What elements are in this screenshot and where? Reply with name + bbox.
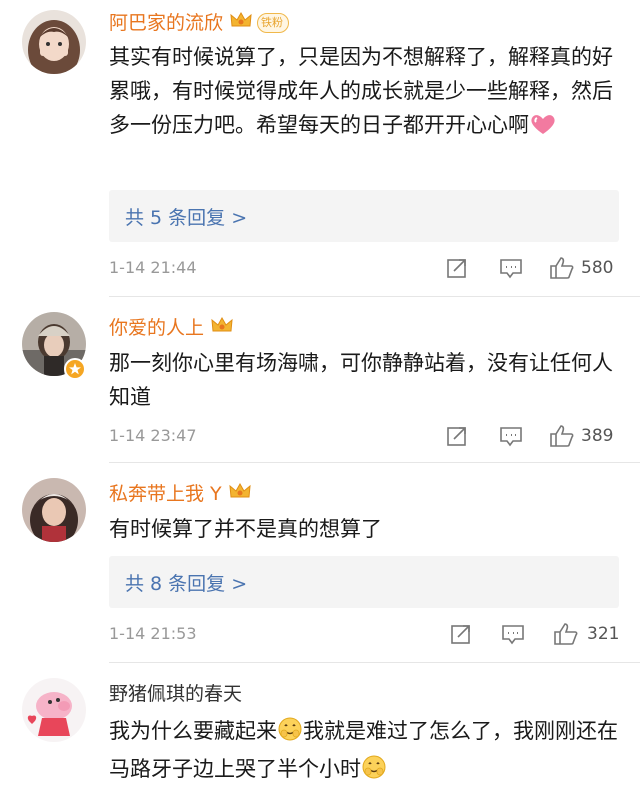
- crown-icon: [229, 10, 253, 36]
- like-count: 580: [581, 258, 614, 278]
- comment-meta: 1-14 21:44 580: [109, 256, 620, 284]
- fan-badge-label: 铁粉: [261, 16, 284, 29]
- username[interactable]: 阿巴家的流欣: [109, 11, 223, 35]
- like-icon[interactable]: [553, 622, 579, 650]
- view-replies-link[interactable]: 共 8 条回复 >: [125, 569, 247, 596]
- reply-box[interactable]: 共 5 条回复 >: [109, 190, 619, 242]
- username[interactable]: 私奔带上我 Y: [109, 482, 222, 506]
- fan-badge[interactable]: 铁粉: [257, 13, 290, 33]
- comment-meta: 1-14 21:53 321: [109, 622, 620, 650]
- verified-badge-icon: [64, 358, 86, 380]
- like-icon[interactable]: [549, 256, 575, 284]
- like-count: 321: [587, 624, 620, 644]
- comment-meta: 1-14 23:47 389: [109, 424, 620, 452]
- timestamp: 1-14 21:53: [109, 624, 197, 643]
- comment-icon[interactable]: [501, 622, 525, 650]
- comment-text-part: 我为什么要藏起来: [109, 719, 277, 743]
- comment-text: 我为什么要藏起来 我就是难过了怎么了，我刚刚还在马路牙子边上哭了半个小时: [109, 714, 618, 788]
- username[interactable]: 你爱的人上: [109, 316, 204, 340]
- crown-icon: [210, 315, 234, 341]
- divider: [109, 296, 640, 297]
- divider: [109, 462, 640, 463]
- smile-emoji: [277, 716, 303, 752]
- like-icon[interactable]: [549, 424, 575, 452]
- timestamp: 1-14 23:47: [109, 426, 197, 445]
- view-replies-link[interactable]: 共 5 条回复 >: [125, 203, 247, 230]
- timestamp: 1-14 21:44: [109, 258, 197, 277]
- repost-icon[interactable]: [445, 424, 469, 452]
- smile-emoji: [361, 754, 387, 788]
- avatar[interactable]: [22, 10, 86, 74]
- repost-icon[interactable]: [445, 256, 469, 284]
- crown-icon: [228, 481, 252, 507]
- repost-icon[interactable]: [449, 622, 473, 650]
- comment-text: 其实有时候说算了，只是因为不想解释了，解释真的好累哦，有时候觉得成年人的成长就是…: [109, 40, 618, 146]
- heart-emoji: [529, 112, 557, 146]
- comment-icon[interactable]: [499, 424, 523, 452]
- divider: [109, 662, 640, 663]
- comment-text: 有时候算了并不是真的想算了: [109, 517, 382, 541]
- like-count: 389: [581, 426, 614, 446]
- avatar[interactable]: [22, 478, 86, 542]
- comment-text: 那一刻你心里有场海啸，可你静静站着，没有让任何人知道: [109, 351, 613, 409]
- comment-icon[interactable]: [499, 256, 523, 284]
- reply-box[interactable]: 共 8 条回复 >: [109, 556, 619, 608]
- username[interactable]: 野猪佩琪的春天: [109, 682, 242, 706]
- avatar[interactable]: [22, 678, 86, 742]
